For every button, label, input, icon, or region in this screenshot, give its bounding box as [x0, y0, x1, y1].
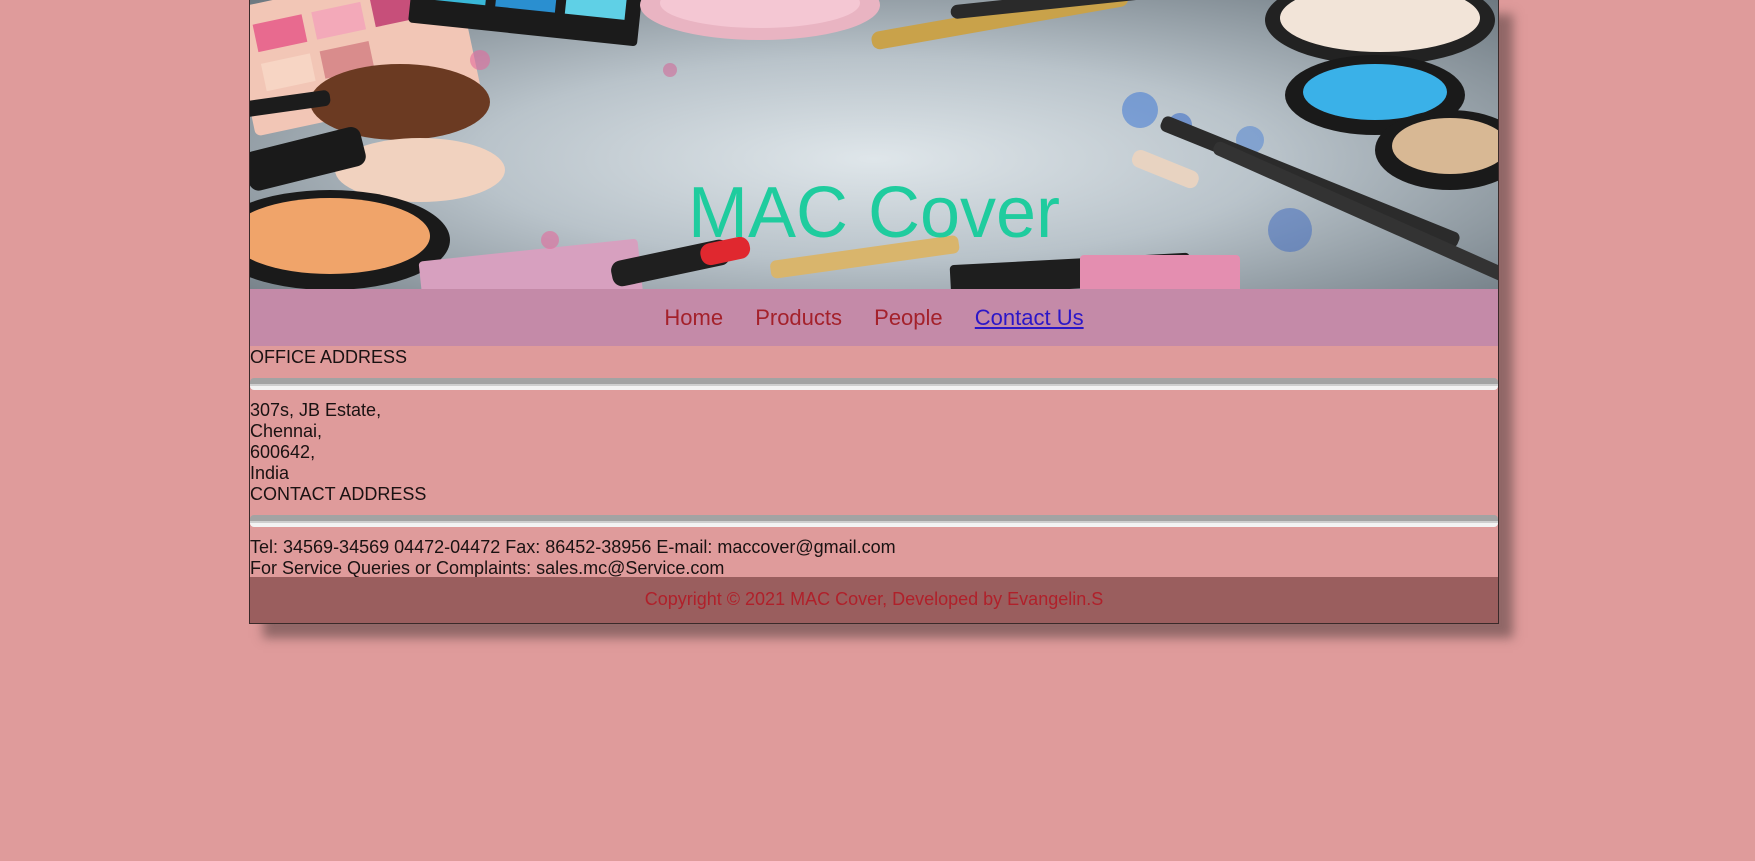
- contact-address-heading: CONTACT ADDRESS: [250, 484, 427, 504]
- office-address-heading: OFFICE ADDRESS: [250, 347, 408, 367]
- footer: Copyright © 2021 MAC Cover, Developed by…: [250, 577, 1498, 623]
- contact-content: OFFICE ADDRESS 307s, JB Estate, Chennai,…: [250, 346, 1498, 579]
- address-line: India: [250, 463, 290, 483]
- nav-item-products[interactable]: Products: [755, 305, 842, 330]
- phone-email-line: Tel: 34569-34569 04472-04472 Fax: 86452-…: [250, 537, 896, 557]
- service-line: For Service Queries or Complaints: sales…: [250, 558, 725, 578]
- address-line: 307s, JB Estate,: [250, 400, 382, 420]
- site-title: MAC Cover: [687, 173, 1061, 253]
- banner: MAC Cover: [250, 0, 1498, 289]
- copyright-text: Copyright © 2021 MAC Cover, Developed by…: [644, 589, 1104, 609]
- main-nav: Home Products People Contact Us: [250, 289, 1498, 346]
- divider: [250, 378, 1498, 390]
- nav-item-home[interactable]: Home: [664, 305, 723, 330]
- page-container: MAC Cover Home Products People Contact U…: [249, 0, 1499, 624]
- address-line: Chennai,: [250, 421, 323, 441]
- divider: [250, 515, 1498, 527]
- nav-item-contact-us[interactable]: Contact Us: [975, 305, 1084, 330]
- address-line: 600642,: [250, 442, 316, 462]
- nav-item-people[interactable]: People: [874, 305, 943, 330]
